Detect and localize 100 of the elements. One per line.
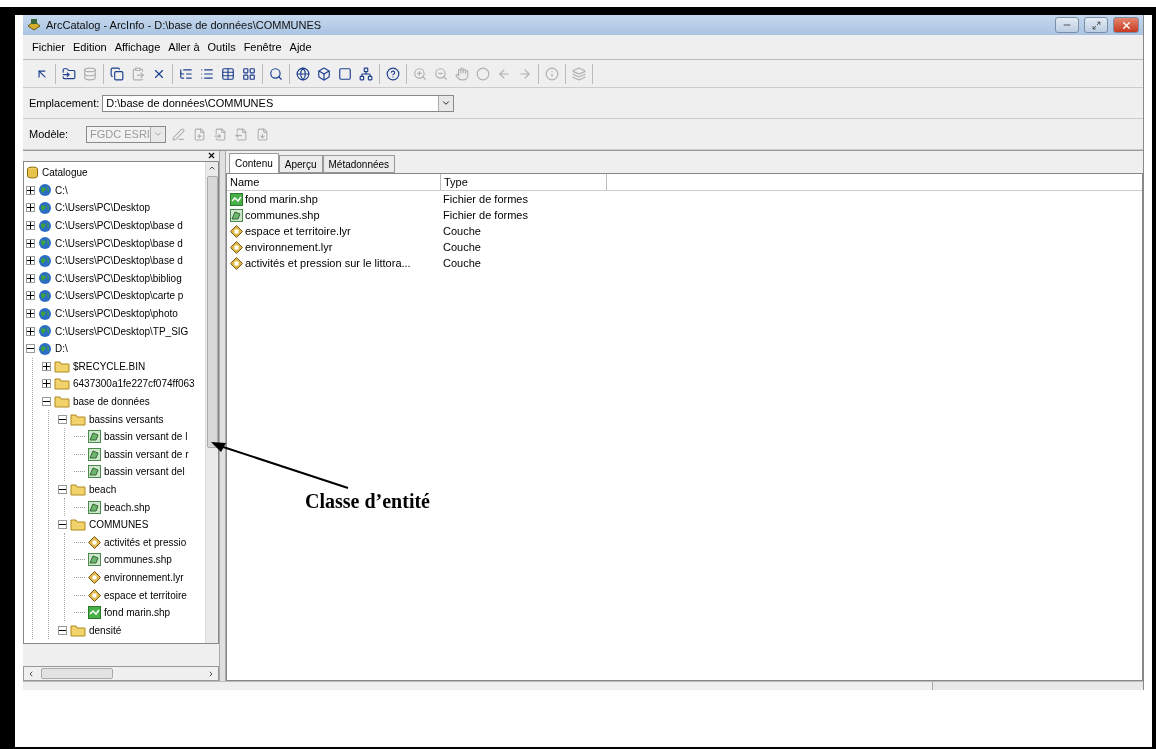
polygon-feature-icon: [88, 430, 101, 444]
plus-icon: [27, 257, 34, 265]
tree-item[interactable]: C:\Users\PC\Desktop\carte p: [55, 290, 184, 302]
tree-item[interactable]: bassins versants: [89, 413, 164, 425]
file-name[interactable]: communes.shp: [245, 209, 320, 221]
expand-toggle[interactable]: [58, 485, 67, 494]
line-feature-icon: [230, 192, 243, 206]
location-label: Emplacement:: [29, 97, 100, 109]
menu-item[interactable]: Outils: [204, 39, 239, 55]
tree-item[interactable]: C:\: [55, 184, 68, 196]
tree-item[interactable]: C:\Users\PC\Desktop\TP_SIG: [55, 325, 189, 337]
tree-item[interactable]: fond marin.shp: [104, 607, 171, 619]
circle-icon: [476, 66, 490, 81]
menu-item[interactable]: Affichage: [111, 39, 164, 55]
file-name[interactable]: espace et territoire.lyr: [245, 225, 351, 237]
expand-toggle[interactable]: [58, 625, 67, 635]
globe-icon: [38, 306, 52, 321]
expand-toggle[interactable]: [26, 221, 35, 231]
expand-toggle[interactable]: [26, 344, 35, 354]
file-name[interactable]: activités et pression sur le littora...: [245, 257, 411, 269]
tree-item[interactable]: C:\Users\PC\Desktop: [55, 202, 151, 214]
expand-toggle[interactable]: [58, 520, 67, 530]
file-export-icon: [234, 127, 248, 141]
expand-toggle[interactable]: [26, 256, 35, 266]
diamond-layer-icon: [230, 256, 243, 270]
globe-icon: [38, 183, 52, 198]
tab[interactable]: Contenu: [229, 153, 279, 173]
close-pane-button[interactable]: [207, 151, 217, 161]
tree-item[interactable]: espace et territoire: [104, 589, 187, 601]
tree-item[interactable]: C:\Users\PC\Desktop\bibliog: [55, 272, 182, 284]
tree-item[interactable]: bassin versant de r: [104, 448, 189, 460]
plus-icon: [43, 380, 50, 388]
tab[interactable]: Aperçu: [278, 155, 323, 173]
folder-arrow-icon: [62, 66, 76, 81]
folder-icon: [70, 518, 86, 532]
tree-item[interactable]: COMMUNES: [89, 519, 149, 531]
column-header[interactable]: Name: [227, 174, 441, 190]
plus-icon: [27, 186, 34, 194]
expand-toggle[interactable]: [26, 238, 35, 248]
menu-item[interactable]: Edition: [70, 39, 110, 55]
expand-toggle[interactable]: [26, 273, 35, 283]
expand-toggle[interactable]: [42, 379, 51, 389]
menu-item[interactable]: Fichier: [29, 39, 68, 55]
file-name[interactable]: environnement.lyr: [245, 241, 333, 253]
expand-toggle[interactable]: [26, 309, 35, 319]
tree-item[interactable]: base de données: [73, 396, 150, 407]
file-type: Couche: [443, 225, 481, 237]
tree-item[interactable]: 6437300a1fe227cf074ff063: [73, 378, 195, 390]
tree-item[interactable]: C:\Users\PC\Desktop\base d: [55, 220, 183, 232]
tree-item[interactable]: densité: [89, 624, 122, 636]
column-header[interactable]: Type: [441, 174, 607, 190]
plus-icon: [27, 239, 34, 247]
expand-toggle[interactable]: [42, 397, 51, 406]
menu-item[interactable]: Ajde: [286, 39, 315, 55]
globe-icon: [38, 324, 52, 339]
expand-toggle[interactable]: [26, 326, 35, 336]
tree-item[interactable]: $RECYCLE.BIN: [73, 360, 146, 372]
expand-toggle[interactable]: [58, 414, 67, 424]
tree-item[interactable]: Catalogue: [42, 167, 88, 179]
tab[interactable]: Métadonnées: [322, 155, 396, 173]
tree-item[interactable]: C:\Users\PC\Desktop\base d: [55, 237, 183, 249]
tree-item[interactable]: C:\Users\PC\Desktop\photo: [55, 308, 178, 320]
tree-item[interactable]: communes.shp: [104, 554, 172, 566]
polygon-feature-icon: [88, 447, 101, 461]
paste-icon: [131, 66, 145, 81]
file-type: Couche: [443, 257, 481, 269]
polygon-feature-icon: [88, 500, 101, 514]
hand-icon: [455, 66, 469, 81]
tree-list-icon: [179, 66, 193, 81]
tree-item[interactable]: activités et pressio: [104, 536, 187, 548]
menu-item[interactable]: Fenêtre: [240, 39, 285, 55]
menu-item[interactable]: Aller à: [165, 39, 203, 55]
tree-item[interactable]: bassin versant de l: [104, 431, 188, 443]
globe-icon: [38, 201, 52, 215]
tree-item[interactable]: bassin versant del: [104, 466, 185, 478]
horizontal-scrollbar[interactable]: [23, 666, 219, 681]
file-type: Fichier de formes: [443, 209, 528, 221]
diamond-layer-icon: [230, 240, 243, 254]
tree-item[interactable]: D:\: [55, 343, 68, 355]
tree-item[interactable]: beach.shp: [104, 501, 151, 513]
vertical-scrollbar[interactable]: [205, 162, 218, 644]
minus-icon: [43, 401, 50, 402]
close-button[interactable]: [1113, 17, 1139, 33]
file-type: Fichier de formes: [443, 193, 528, 205]
expand-toggle[interactable]: [26, 291, 35, 301]
expand-toggle[interactable]: [42, 361, 51, 371]
layers-icon: [572, 66, 586, 81]
expand-toggle[interactable]: [26, 185, 35, 195]
diamond-layer-icon: [230, 224, 243, 238]
globe-icon: [38, 253, 52, 268]
tree-item[interactable]: environnement.lyr: [104, 571, 184, 583]
location-combo[interactable]: D:\base de données\COMMUNES: [102, 94, 455, 112]
tree-item[interactable]: C:\Users\PC\Desktop\base d: [55, 255, 183, 267]
minimize-button[interactable]: [1055, 17, 1079, 33]
restore-button[interactable]: [1084, 17, 1108, 33]
folder-icon: [70, 412, 86, 426]
expand-toggle[interactable]: [26, 203, 35, 213]
globe-icon: [38, 271, 52, 286]
file-name[interactable]: fond marin.shp: [245, 193, 318, 205]
tree-item[interactable]: beach: [89, 484, 117, 495]
